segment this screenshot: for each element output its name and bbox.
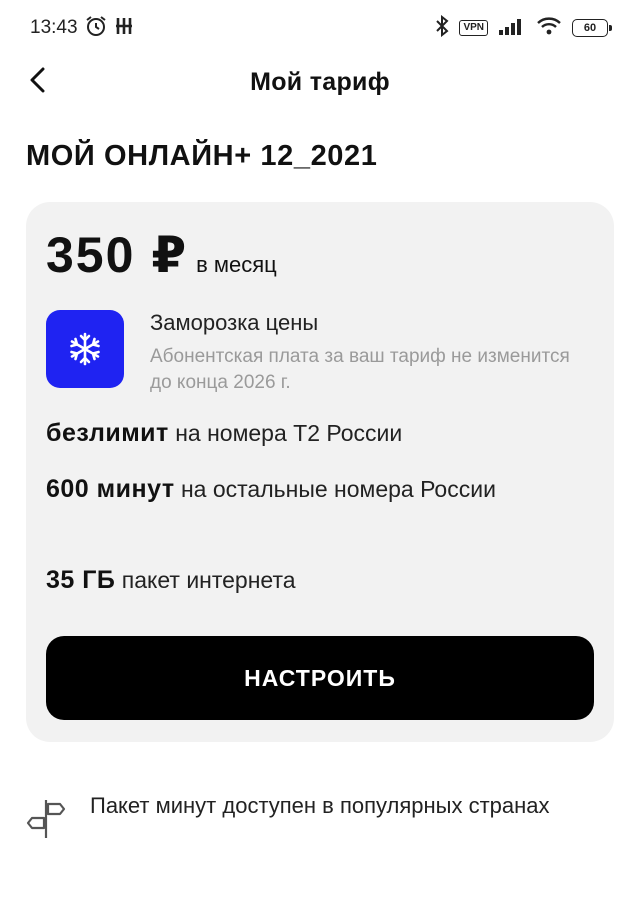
vpn-badge: VPN [459, 20, 488, 36]
bluetooth-icon [435, 14, 449, 42]
roaming-info-text: Пакет минут доступен в популярных страна… [90, 793, 550, 818]
page-title: Мой тариф [250, 67, 390, 96]
chevron-left-icon [28, 67, 48, 98]
back-button[interactable] [22, 66, 54, 98]
feature-highlight: безлимит [46, 419, 169, 447]
feature-unlimited: безлимит на номера Т2 России [46, 416, 402, 450]
battery-indicator: 60 [572, 19, 612, 37]
status-bar-right: VPN 60 [435, 14, 612, 42]
status-bar-left: 13:43 [30, 14, 134, 43]
tariff-card: 350 ₽ в месяц Заморозка цены Абонентская… [26, 202, 614, 742]
app-notification-icon [114, 15, 134, 42]
signal-icon [498, 16, 526, 41]
price-row: 350 ₽ в месяц [46, 226, 277, 284]
top-app-bar: Мой тариф [0, 56, 640, 108]
snowflake-icon [46, 310, 124, 388]
feature-internet: 35 ГБ пакет интернета [46, 563, 296, 597]
price-unit: в месяц [196, 252, 277, 277]
feature-highlight: 600 минут [46, 475, 175, 503]
feature-text: на номера Т2 России [175, 420, 403, 446]
page: 13:43 VPN 60 Мой тариф МОЙ ОНЛАЙН+ 12_20… [0, 0, 640, 899]
configure-button[interactable]: НАСТРОИТЬ [46, 636, 594, 720]
tariff-price: 350 ₽ [46, 227, 189, 283]
tariff-name: МОЙ ОНЛАЙН+ 12_2021 [26, 140, 378, 172]
feature-text: пакет интернета [121, 567, 296, 593]
alarm-icon [84, 14, 108, 43]
feature-minutes: 600 минут на остальные номера России [46, 472, 566, 506]
price-freeze-title: Заморозка цены [150, 310, 319, 335]
feature-highlight: 35 ГБ [46, 566, 116, 594]
price-freeze-description: Абонентская плата за ваш тариф не измени… [150, 346, 570, 393]
roaming-info: Пакет минут доступен в популярных страна… [24, 788, 616, 848]
feature-text: на остальные номера России [180, 476, 496, 502]
wifi-icon [536, 16, 562, 41]
signpost-icon [24, 788, 68, 848]
status-time: 13:43 [30, 17, 78, 38]
status-bar: 13:43 VPN 60 [0, 0, 640, 56]
